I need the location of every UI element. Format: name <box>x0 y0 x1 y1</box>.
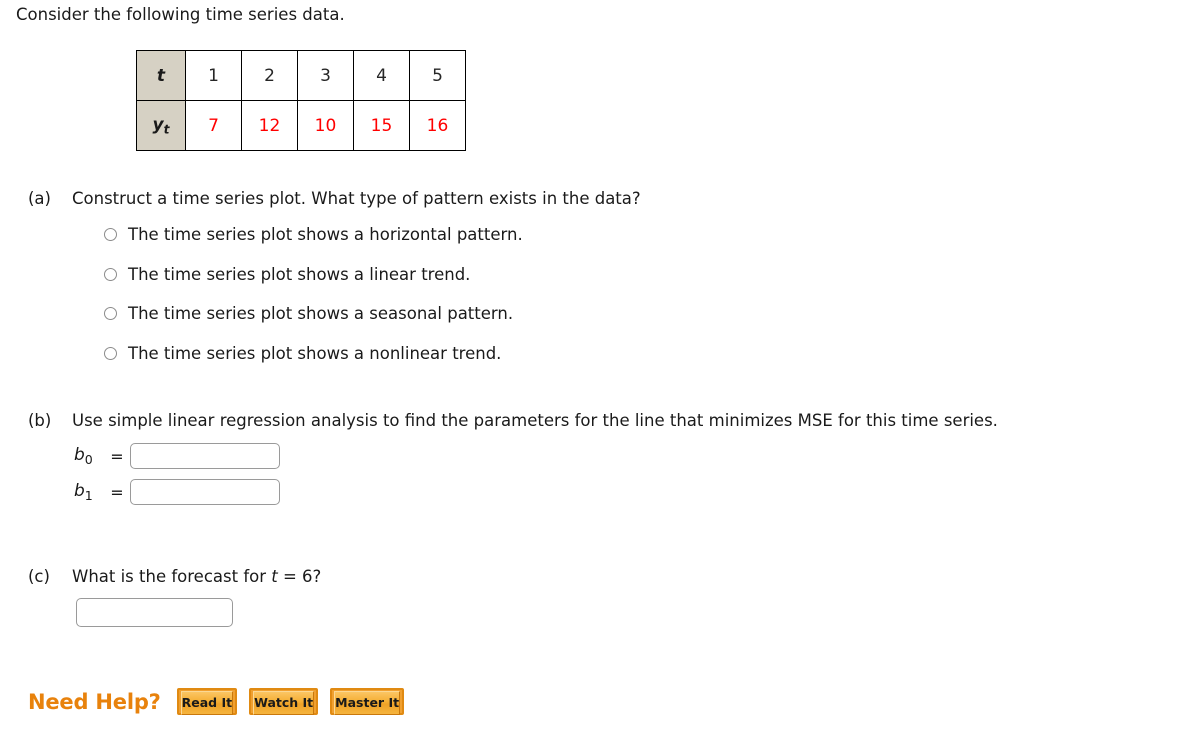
b0-row: b0 = <box>74 442 280 470</box>
radio-circle-icon[interactable] <box>104 228 117 241</box>
row-header-t: t <box>136 50 186 101</box>
option-label: The time series plot shows a linear tren… <box>128 264 471 284</box>
watch-it-button[interactable]: Watch It <box>249 688 319 715</box>
option-label: The time series plot shows a horizontal … <box>128 225 523 244</box>
table-cell-t-3: 3 <box>297 50 354 101</box>
b1-equals-sign: = <box>110 482 124 502</box>
part-b-answer-group: b0 = b1 = <box>74 442 280 514</box>
time-series-data-table: t 1 2 3 4 5 yt 7 12 10 15 16 <box>136 50 466 151</box>
table-cell-t-1: 1 <box>185 50 242 101</box>
part-b-text: Use simple linear regression analysis to… <box>72 411 998 430</box>
part-a-option-group: The time series plot shows a horizontal … <box>104 224 523 382</box>
part-c-question: (c) What is the forecast for t = 6? <box>28 566 321 587</box>
part-c-text-prefix: What is the forecast for <box>72 567 272 586</box>
part-b-question: (b) Use simple linear regression analysis… <box>28 410 998 431</box>
table-row-y: yt 7 12 10 15 16 <box>136 100 466 151</box>
option-label: The time series plot shows a seasonal pa… <box>128 304 514 323</box>
b1-row: b1 = <box>74 478 280 506</box>
table-cell-y-3: 10 <box>297 100 354 151</box>
radio-circle-icon[interactable] <box>104 307 117 320</box>
part-c-answer-group <box>76 598 233 627</box>
read-it-button[interactable]: Read It <box>176 688 238 715</box>
row-header-yt: yt <box>136 100 186 151</box>
table-cell-t-5: 5 <box>409 50 466 101</box>
radio-option-nonlinear-trend[interactable]: The time series plot shows a nonlinear t… <box>104 343 523 364</box>
b0-input[interactable] <box>130 443 280 469</box>
table-cell-y-2: 12 <box>241 100 298 151</box>
part-c-text-suffix: = 6? <box>277 567 322 586</box>
b0-label: b0 <box>74 444 93 467</box>
radio-option-seasonal-pattern[interactable]: The time series plot shows a seasonal pa… <box>104 303 523 324</box>
watch-it-button-label: Watch It <box>253 691 315 715</box>
radio-circle-icon[interactable] <box>104 267 117 281</box>
table-cell-t-4: 4 <box>353 50 410 101</box>
need-help-label: Need Help? <box>28 689 161 714</box>
b1-input[interactable] <box>130 479 280 505</box>
table-row-t: t 1 2 3 4 5 <box>136 50 466 101</box>
option-label: The time series plot shows a nonlinear t… <box>128 343 502 363</box>
intro-text: Consider the following time series data. <box>16 5 345 24</box>
need-help-bar: Need Help? Read It Watch It Master It <box>28 688 416 715</box>
table-cell-y-4: 15 <box>353 100 410 151</box>
b0-equals-sign: = <box>110 446 124 466</box>
master-it-button[interactable]: Master It <box>330 688 405 715</box>
master-it-button-label: Master It <box>334 691 401 715</box>
b1-label: b1 <box>74 480 93 503</box>
table-cell-y-1: 7 <box>185 100 242 151</box>
table-cell-t-2: 2 <box>241 50 298 101</box>
part-c-label: (c) <box>28 567 50 586</box>
read-it-button-label: Read It <box>180 691 234 715</box>
part-a-label: (a) <box>28 189 51 208</box>
table-cell-y-5: 16 <box>409 100 466 151</box>
part-b-label: (b) <box>28 411 52 430</box>
part-a-text: Construct a time series plot. What type … <box>72 189 641 208</box>
radio-circle-icon[interactable] <box>104 346 117 360</box>
part-a-question: (a) Construct a time series plot. What ty… <box>28 188 641 209</box>
forecast-input[interactable] <box>76 598 233 627</box>
radio-option-horizontal-pattern[interactable]: The time series plot shows a horizontal … <box>104 224 523 245</box>
radio-option-linear-trend[interactable]: The time series plot shows a linear tren… <box>104 264 523 285</box>
